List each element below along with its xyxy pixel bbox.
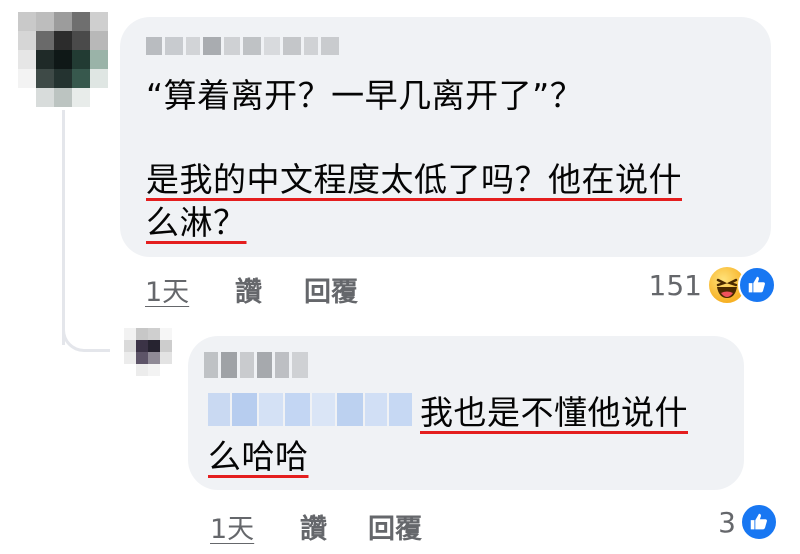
reply-reply-button[interactable]: 回覆 [368, 507, 422, 546]
reply-reaction-count[interactable]: 3 [700, 506, 736, 539]
reply-timestamp[interactable]: 1天 [210, 507, 254, 546]
reply-connector [62, 318, 110, 352]
reply-like-button[interactable]: 讚 [300, 507, 327, 546]
replier-name[interactable] [204, 352, 309, 378]
reaction-count[interactable]: 151 [632, 269, 702, 302]
reply-text-line2: 么哈哈 [208, 437, 309, 476]
commenter-name[interactable] [146, 37, 342, 55]
avatar[interactable] [18, 12, 108, 108]
comment-text-line3: 么淋？ [146, 203, 247, 242]
thread-line [62, 110, 65, 345]
comment-timestamp[interactable]: 1天 [145, 270, 189, 309]
mention-tag[interactable] [208, 393, 412, 426]
like-button[interactable]: 讚 [235, 270, 262, 309]
comment-text-line2: 是我的中文程度太低了吗？他在说什 [146, 160, 682, 199]
reply-avatar[interactable] [124, 328, 172, 376]
like-thumb-icon[interactable] [740, 503, 778, 541]
reply-text-line1: 我也是不懂他说什 [420, 393, 688, 432]
like-thumb-icon[interactable] [738, 266, 776, 304]
comment-text-line1: “算着离开？一早几离开了”？ [146, 76, 584, 115]
reply-button[interactable]: 回覆 [304, 270, 358, 309]
